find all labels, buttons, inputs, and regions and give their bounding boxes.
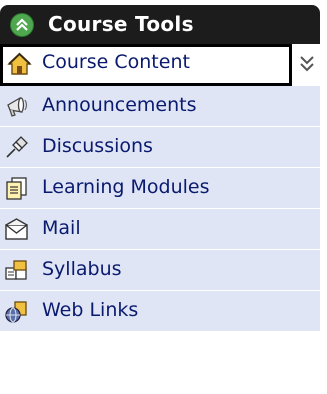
double-chevron-down-icon xyxy=(300,56,314,72)
open-book-icon xyxy=(4,258,29,283)
menu-item-label: Syllabus xyxy=(42,258,122,280)
menu-item-mail[interactable]: Mail xyxy=(0,209,320,250)
course-tools-panel: Course Tools Course Content Announcement… xyxy=(0,0,320,394)
course-tools-list: Course Content Announcements Discussions… xyxy=(0,44,320,332)
menu-item-discussions[interactable]: Discussions xyxy=(0,127,320,168)
menu-item-label: Course Content xyxy=(42,51,190,73)
menu-item-label: Discussions xyxy=(42,135,153,157)
course-tools-header: Course Tools xyxy=(0,5,320,44)
pushpin-icon xyxy=(4,135,29,160)
menu-item-announcements[interactable]: Announcements xyxy=(0,86,320,127)
menu-item-label: Announcements xyxy=(42,94,197,116)
menu-item-label: Mail xyxy=(42,217,81,239)
collapse-button[interactable] xyxy=(10,13,34,37)
menu-item-label: Web Links xyxy=(42,299,139,321)
menu-item-syllabus[interactable]: Syllabus xyxy=(0,250,320,291)
envelope-icon xyxy=(4,217,29,242)
home-icon xyxy=(7,52,32,77)
globe-link-icon xyxy=(4,299,29,324)
menu-item-learning-modules[interactable]: Learning Modules xyxy=(0,168,320,209)
menu-item-course-content[interactable]: Course Content xyxy=(0,44,320,86)
megaphone-icon xyxy=(4,94,29,119)
expand-button[interactable] xyxy=(297,50,317,80)
panel-title: Course Tools xyxy=(48,12,194,36)
double-chevron-up-icon xyxy=(16,18,28,31)
document-icon xyxy=(4,176,29,201)
menu-item-web-links[interactable]: Web Links xyxy=(0,291,320,332)
menu-item-label: Learning Modules xyxy=(42,176,210,198)
